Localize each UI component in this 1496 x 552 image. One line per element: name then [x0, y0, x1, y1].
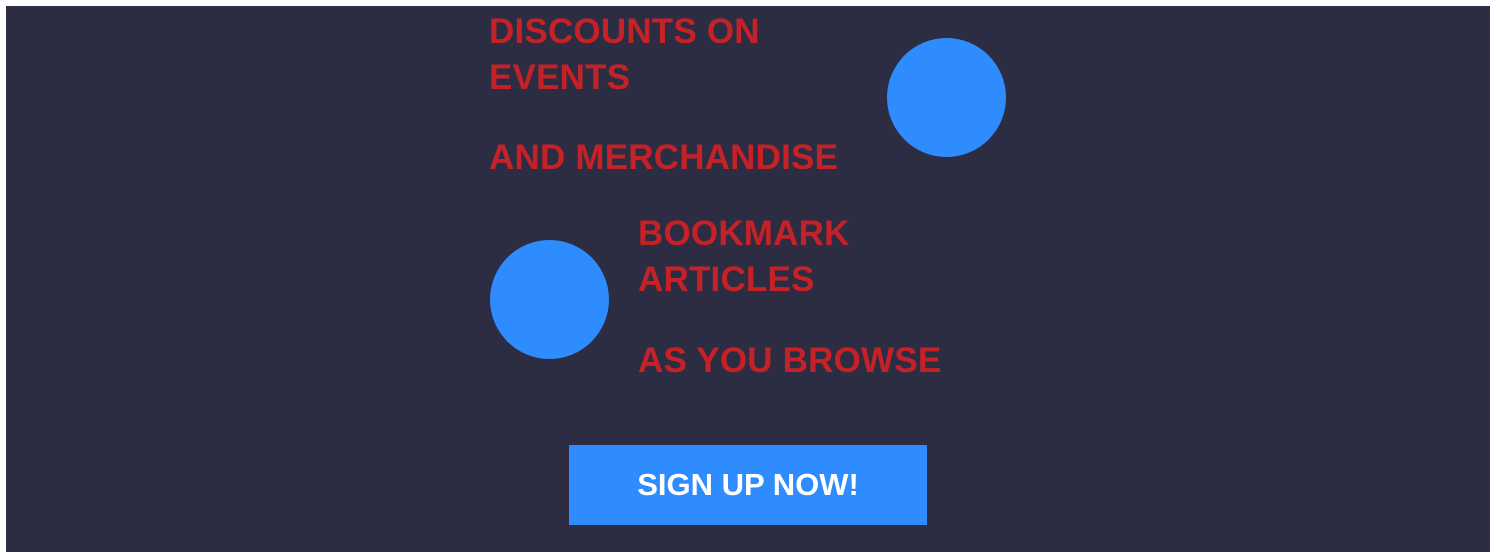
feature-discounts-line3: AND MERCHANDISE	[489, 138, 839, 177]
feature-bookmark-line2: ARTICLES	[638, 260, 815, 299]
feature-discounts-line1: DISCOUNTS ON	[489, 12, 760, 51]
signup-promo-panel: DISCOUNTS ON EVENTS AND MERCHANDISE BOOK…	[6, 6, 1490, 552]
circle-icon	[887, 38, 1006, 157]
feature-bookmark-line3: AS YOU BROWSE	[638, 341, 942, 380]
feature-bookmark-line1: BOOKMARK	[638, 214, 850, 253]
feature-discounts-line2: EVENTS	[489, 58, 631, 97]
circle-icon	[490, 240, 609, 359]
sign-up-button[interactable]: SIGN UP NOW!	[569, 445, 927, 525]
